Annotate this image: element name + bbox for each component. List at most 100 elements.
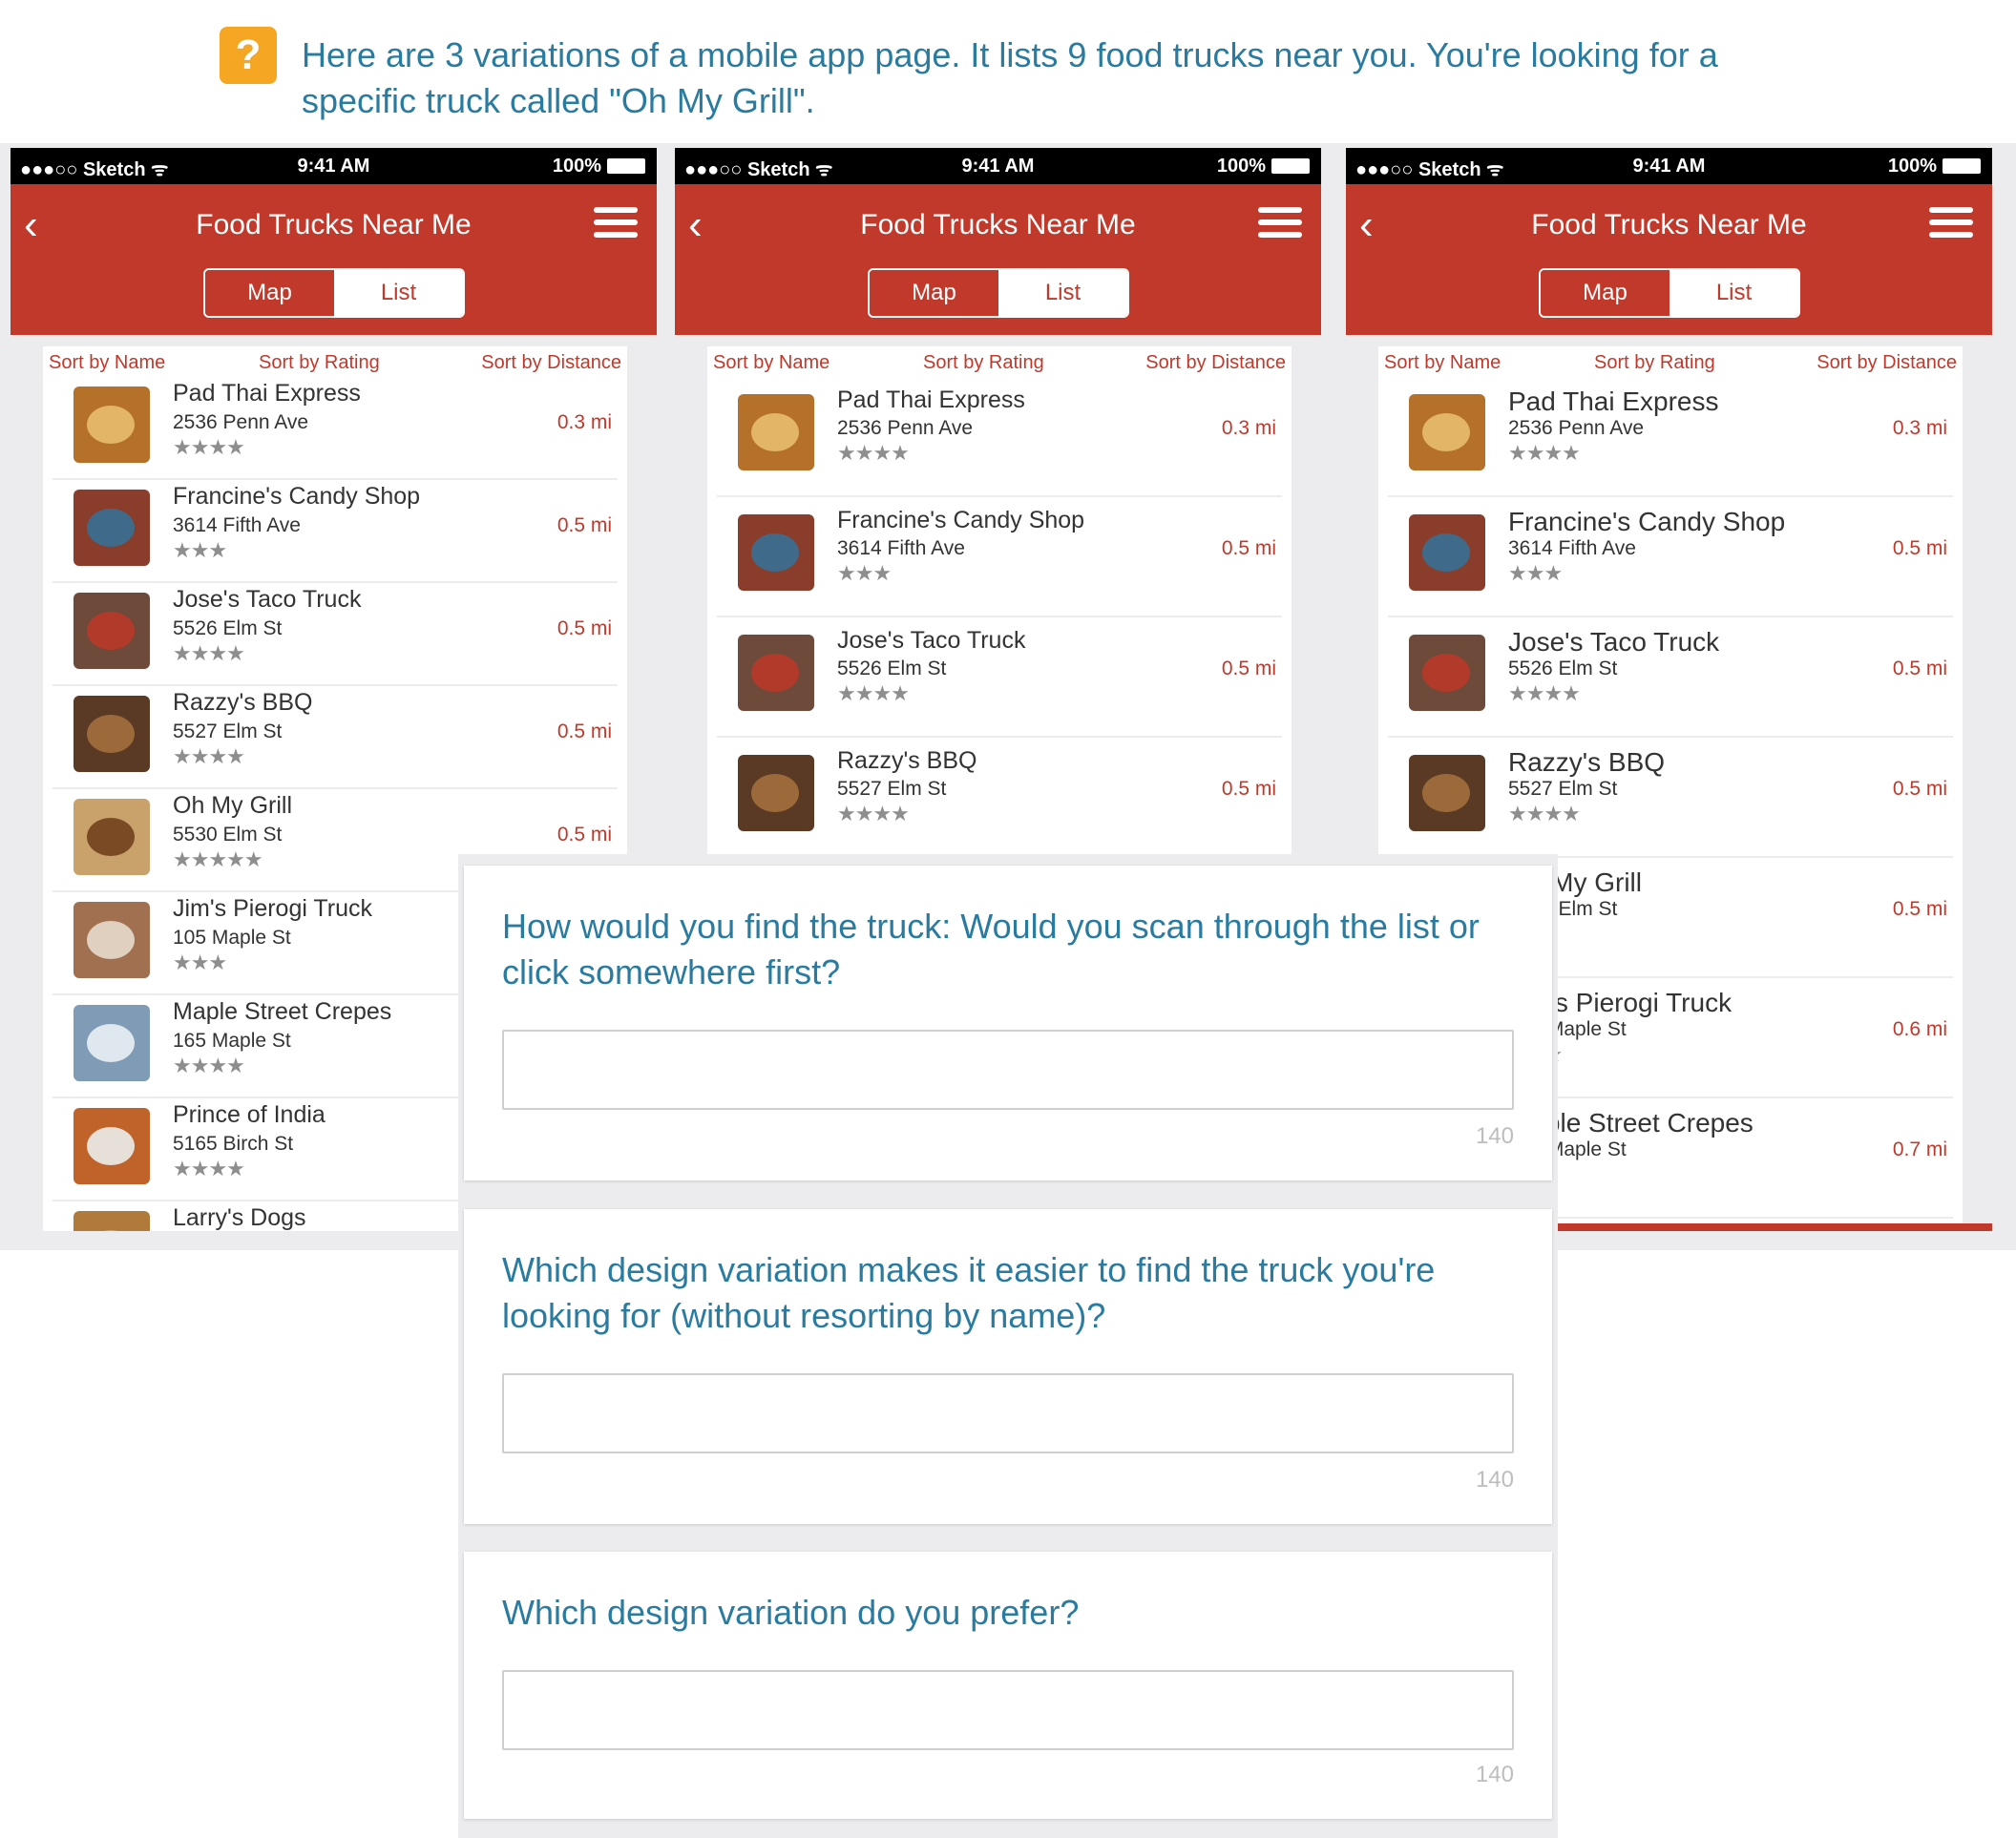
- answer-field[interactable]: [502, 1030, 1514, 1110]
- menu-icon[interactable]: [594, 207, 638, 238]
- help-icon: ?: [220, 27, 277, 84]
- battery-indicator: 100%: [553, 156, 645, 178]
- sort-by-name-link[interactable]: Sort by Name: [1384, 352, 1501, 374]
- star-rating: ★★★★: [1508, 803, 1581, 826]
- truck-name: Jose's Taco Truck: [173, 586, 362, 613]
- tab-map[interactable]: Map: [1541, 270, 1670, 316]
- truck-name: Razzy's BBQ: [1508, 747, 1666, 777]
- question-card: Which design variation makes it easier t…: [464, 1209, 1552, 1524]
- list-item[interactable]: Francine's Candy Shop 3614 Fifth Ave ★★★ 0.…: [707, 497, 1292, 617]
- page-title: Food Trucks Near Me: [196, 209, 472, 240]
- truck-distance: 0.5 mi: [556, 617, 612, 639]
- nav-bar: ‹ Food Trucks Near Me Map List: [675, 184, 1321, 335]
- truck-photo: [738, 755, 814, 831]
- answer-field[interactable]: [502, 1670, 1514, 1750]
- list-item[interactable]: Jose's Taco Truck 5526 Elm St ★★★★ 0.5 mi: [43, 583, 627, 686]
- prompt-text: Here are 3 variations of a mobile app pa…: [302, 35, 1718, 120]
- battery-percent: 100%: [1887, 156, 1937, 177]
- menu-icon[interactable]: [1929, 207, 1973, 238]
- truck-photo: [74, 696, 150, 772]
- truck-distance: 0.5 mi: [1892, 778, 1947, 800]
- truck-distance: 0.7 mi: [1892, 1138, 1947, 1160]
- truck-photo: [74, 799, 150, 875]
- star-rating: ★★★★: [173, 1055, 245, 1078]
- truck-address: 165 Maple St: [173, 1030, 291, 1052]
- question-text: How would you find the truck: Would you …: [502, 907, 1480, 992]
- battery-percent: 100%: [1216, 156, 1266, 177]
- truck-name: Larry's Dogs: [173, 1204, 306, 1231]
- truck-photo: [738, 635, 814, 711]
- tab-list[interactable]: List: [334, 270, 463, 316]
- questions-panel: How would you find the truck: Would you …: [458, 854, 1558, 1838]
- truck-name: Oh My Grill: [173, 792, 292, 819]
- truck-photo: [1409, 514, 1485, 591]
- list-item[interactable]: Jose's Taco Truck 5526 Elm St ★★★★ 0.5 mi: [1378, 617, 1963, 738]
- truck-photo: [74, 1005, 150, 1081]
- list-item[interactable]: Pad Thai Express 2536 Penn Ave ★★★★ 0.3 mi: [707, 377, 1292, 497]
- list-item[interactable]: Razzy's BBQ 5527 Elm St ★★★★ 0.5 mi: [43, 686, 627, 789]
- star-rating: ★★★★: [1508, 682, 1581, 706]
- truck-address: 2536 Penn Ave: [837, 417, 974, 439]
- sort-by-name-link[interactable]: Sort by Name: [713, 352, 830, 374]
- truck-address: 5526 Elm St: [1508, 658, 1618, 679]
- truck-distance: 0.6 mi: [1892, 1018, 1947, 1040]
- truck-distance: 0.5 mi: [1892, 898, 1947, 920]
- truck-name: Francine's Candy Shop: [1508, 507, 1786, 536]
- list-item[interactable]: Jose's Taco Truck 5526 Elm St ★★★★ 0.5 mi: [707, 617, 1292, 738]
- question-card: How would you find the truck: Would you …: [464, 866, 1552, 1180]
- truck-distance: 0.5 mi: [1892, 658, 1947, 679]
- tab-map[interactable]: Map: [205, 270, 334, 316]
- truck-name: Razzy's BBQ: [173, 689, 313, 716]
- truck-name: Francine's Candy Shop: [173, 483, 421, 510]
- truck-name: Francine's Candy Shop: [837, 507, 1085, 533]
- tab-list[interactable]: List: [998, 270, 1127, 316]
- status-bar: ●●●○○ Sketch ᯤ 9:41 AM 100%: [1346, 148, 1992, 184]
- list-item[interactable]: Francine's Candy Shop 3614 Fifth Ave ★★★ 0.…: [1378, 497, 1963, 617]
- list-item[interactable]: Razzy's BBQ 5527 Elm St ★★★★ 0.5 mi: [1378, 738, 1963, 858]
- truck-address: 3614 Fifth Ave: [837, 537, 965, 559]
- list-item[interactable]: Pad Thai Express 2536 Penn Ave ★★★★ 0.3 mi: [1378, 377, 1963, 497]
- sort-by-rating-link[interactable]: Sort by Rating: [1594, 352, 1715, 374]
- truck-distance: 0.5 mi: [1892, 537, 1947, 559]
- truck-name: Jose's Taco Truck: [837, 627, 1026, 654]
- battery-icon: [1942, 158, 1981, 174]
- sort-by-distance-link[interactable]: Sort by Distance: [481, 352, 621, 374]
- truck-photo: [1409, 635, 1485, 711]
- tab-map[interactable]: Map: [870, 270, 998, 316]
- truck-address: 2536 Penn Ave: [1508, 417, 1645, 439]
- truck-address: 3614 Fifth Ave: [1508, 537, 1636, 559]
- truck-distance: 0.5 mi: [556, 824, 612, 846]
- list-item[interactable]: Pad Thai Express 2536 Penn Ave ★★★★ 0.3 mi: [43, 377, 627, 480]
- sort-by-rating-link[interactable]: Sort by Rating: [259, 352, 380, 374]
- truck-photo: [74, 1108, 150, 1184]
- page-title: Food Trucks Near Me: [860, 209, 1136, 240]
- truck-name: Pad Thai Express: [1508, 386, 1719, 416]
- sort-by-name-link[interactable]: Sort by Name: [49, 352, 165, 374]
- truck-distance: 0.3 mi: [1221, 417, 1276, 439]
- star-rating: ★★★★: [173, 642, 245, 666]
- star-rating: ★★★★: [173, 745, 245, 769]
- answer-field[interactable]: [502, 1373, 1514, 1453]
- truck-address: 5165 Birch St: [173, 1133, 294, 1155]
- list-item[interactable]: Francine's Candy Shop 3614 Fifth Ave ★★★ 0.…: [43, 480, 627, 583]
- list-item[interactable]: Razzy's BBQ 5527 Elm St ★★★★ 0.5 mi: [707, 738, 1292, 858]
- star-rating: ★★★★: [173, 436, 245, 460]
- sort-by-rating-link[interactable]: Sort by Rating: [923, 352, 1044, 374]
- truck-photo: [74, 593, 150, 669]
- truck-distance: 0.5 mi: [556, 514, 612, 536]
- truck-photo: [74, 490, 150, 566]
- truck-photo: [74, 902, 150, 978]
- tab-list[interactable]: List: [1670, 270, 1798, 316]
- status-bar: ●●●○○ Sketch ᯤ 9:41 AM 100%: [675, 148, 1321, 184]
- star-rating: ★★★★: [837, 682, 910, 706]
- character-count: 140: [1475, 1762, 1514, 1787]
- sort-by-distance-link[interactable]: Sort by Distance: [1145, 352, 1286, 374]
- sort-by-distance-link[interactable]: Sort by Distance: [1816, 352, 1957, 374]
- menu-icon[interactable]: [1258, 207, 1302, 238]
- star-rating: ★★★★: [837, 442, 910, 466]
- map-list-toggle: Map List: [1539, 268, 1800, 318]
- truck-photo: [738, 514, 814, 591]
- star-rating: ★★★★: [173, 1158, 245, 1181]
- status-bar: ●●●○○ Sketch ᯤ 9:41 AM 100%: [10, 148, 657, 184]
- question-text: Which design variation do you prefer?: [502, 1593, 1080, 1632]
